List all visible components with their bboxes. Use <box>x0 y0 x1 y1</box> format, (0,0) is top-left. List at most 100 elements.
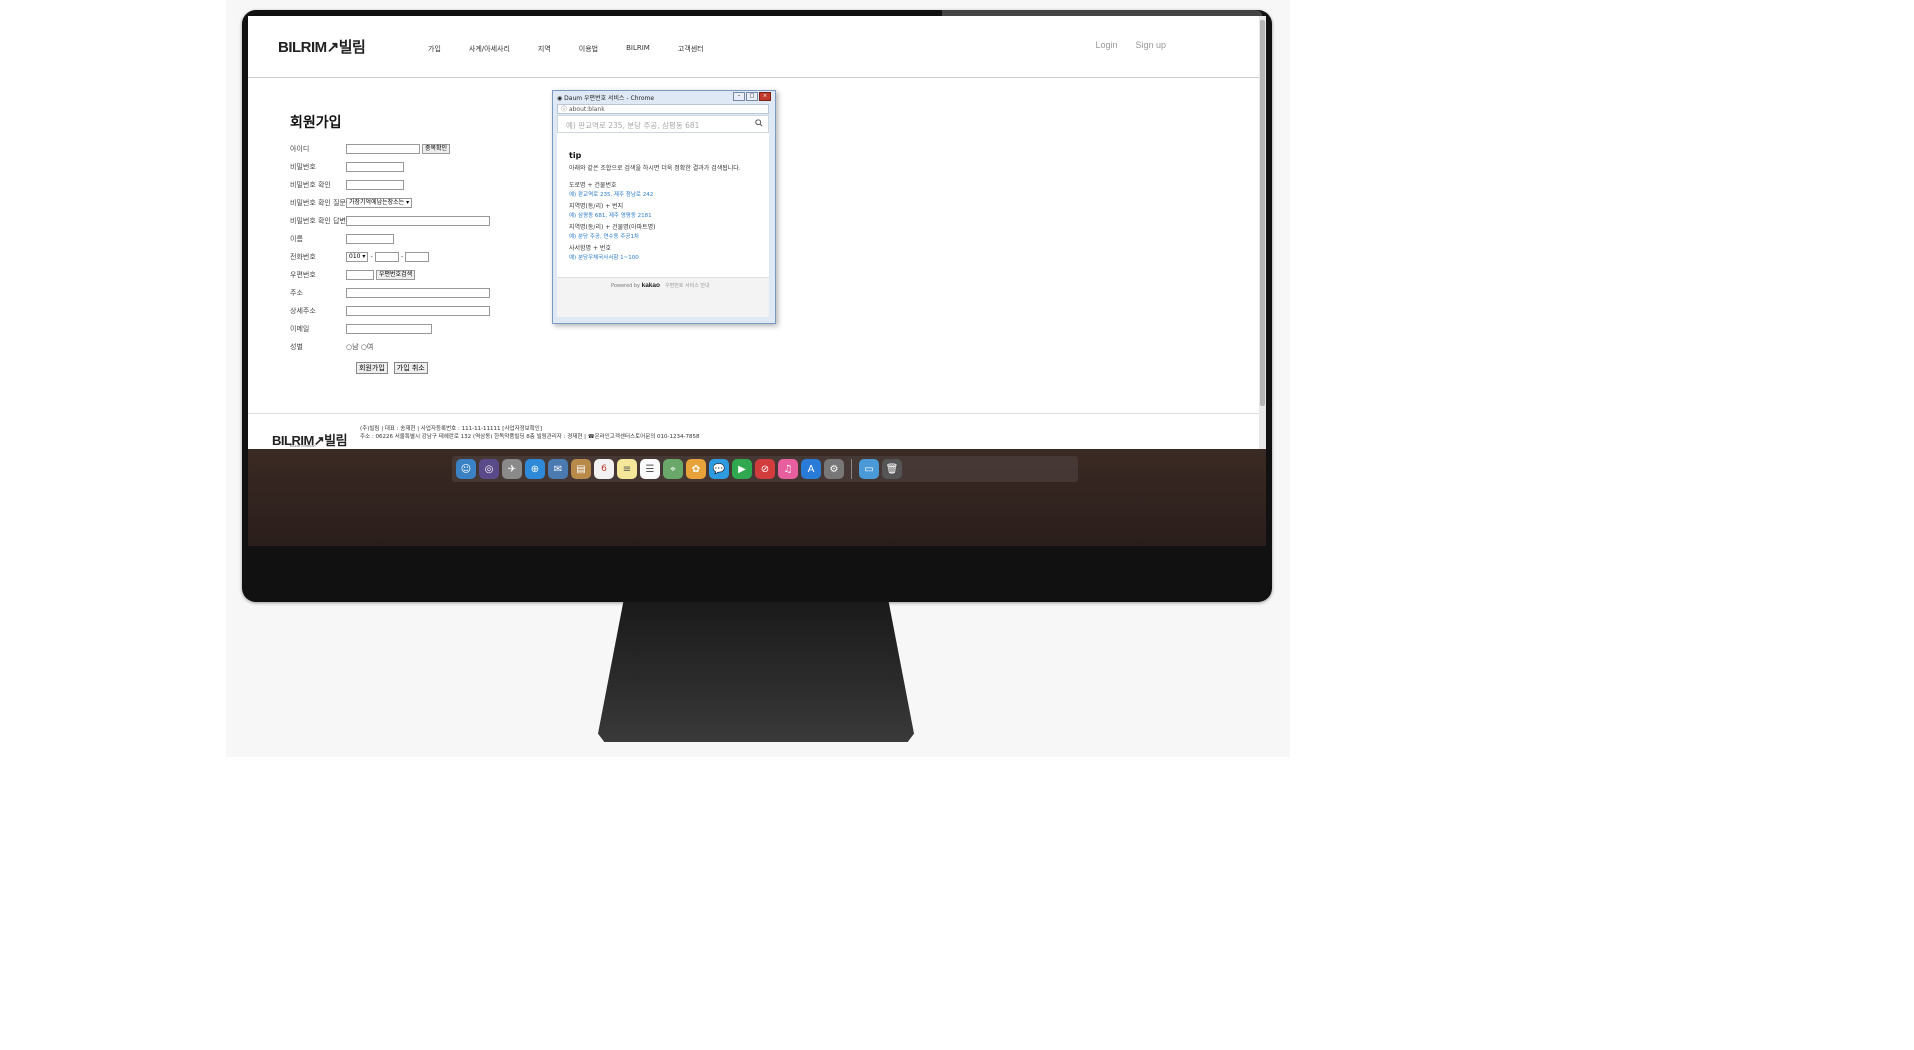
minimize-icon[interactable]: – <box>733 92 745 101</box>
powered-by: Powered by kakao <box>611 282 660 289</box>
kakao-logo: kakao <box>641 282 661 289</box>
news-icon[interactable]: ⊘ <box>755 459 775 479</box>
siri-icon[interactable]: ◎ <box>479 459 499 479</box>
tip-example: 예) 분당우체국사서함 1~100 <box>569 255 639 261</box>
signup-link[interactable]: Sign up <box>1135 40 1166 50</box>
address-bar[interactable]: ⓘ about:blank <box>557 104 769 114</box>
label-email: 이메일 <box>290 325 310 333</box>
search-icon[interactable] <box>755 119 763 127</box>
close-icon[interactable]: × <box>759 92 771 101</box>
launchpad-icon[interactable]: ✈ <box>502 459 522 479</box>
dup-check-button[interactable]: 중복확인 <box>422 144 451 154</box>
address-detail-input[interactable] <box>346 306 490 316</box>
finder-icon[interactable]: ☺ <box>456 459 476 479</box>
phone-middle-input[interactable] <box>374 252 399 262</box>
nav-item-join[interactable]: 가입 <box>428 44 441 54</box>
info-icon: ⓘ <box>561 106 568 113</box>
page-title: 회원가입 <box>290 115 342 131</box>
phone-last-input[interactable] <box>405 252 430 262</box>
form-row-address-detail: 상세주소 <box>290 302 530 320</box>
dropdown-icon: ▾ <box>406 199 410 206</box>
id-input[interactable] <box>346 144 420 154</box>
label-address-detail: 상세주소 <box>290 307 316 315</box>
form-row-email: 이메일 <box>290 320 530 338</box>
question-select[interactable]: 가장기억에남는장소는 ▾ <box>346 198 413 208</box>
password-input[interactable] <box>346 162 404 172</box>
nav-item-howto[interactable]: 이용법 <box>579 44 598 54</box>
scroll-thumb[interactable] <box>1260 20 1265 406</box>
question-select-value: 가장기억에남는장소는 <box>349 199 405 206</box>
screen: BILRIM↗빌림 가입 사계/아세사리 지역 이용법 BILRIM 고객센터 … <box>248 16 1266 546</box>
form-actions: 회원가입 가입 취소 <box>356 362 530 374</box>
dropdown-icon: ▾ <box>362 253 366 260</box>
phone-prefix-value: 010 <box>349 253 361 260</box>
address-bar-text: about:blank <box>568 106 605 113</box>
site-header: BILRIM↗빌림 가입 사계/아세사리 지역 이용법 BILRIM 고객센터 … <box>248 16 1266 78</box>
window-controls: – □ × <box>733 92 771 101</box>
facetime-icon[interactable]: ▶ <box>732 459 752 479</box>
photos-icon[interactable]: ✿ <box>686 459 706 479</box>
monitor-frame: BILRIM↗빌림 가입 사계/아세사리 지역 이용법 BILRIM 고객센터 … <box>242 10 1272 602</box>
tip-key: 지역명(동/리) + 건물명(아파트명) <box>569 224 656 231</box>
form-row-question: 비밀번호 확인 질문 가장기억에남는장소는 ▾ <box>290 194 530 212</box>
trash-icon[interactable]: 🗑 <box>882 459 902 479</box>
login-link[interactable]: Login <box>1095 40 1117 50</box>
calendar-icon[interactable]: 6 <box>594 459 614 479</box>
auth-links: Login Sign up <box>1095 40 1166 50</box>
dock-separator <box>851 459 852 479</box>
nav-item-pets[interactable]: 사계/아세사리 <box>469 44 510 54</box>
nav-item-support[interactable]: 고객센터 <box>678 44 704 54</box>
tip-example: 예) 판교역로 235, 제주 청남로 242 <box>569 192 654 198</box>
form-row-answer: 비밀번호 확인 답변 <box>290 212 530 230</box>
tip-key: 도로명 + 건물번호 <box>569 182 617 189</box>
maximize-icon[interactable]: □ <box>746 92 758 101</box>
form-row-pw: 비밀번호 <box>290 158 530 176</box>
maps-icon[interactable]: ⌖ <box>663 459 683 479</box>
powered-by-text: Powered by <box>611 283 640 289</box>
mac-dock: ☺ ◎ ✈ ⊕ ✉ ▤ 6 ≡ ☰ ⌖ ✿ 💬 ▶ ⊘ ♫ A ⚙ ▭ 🗑 <box>452 456 1078 482</box>
mail-icon[interactable]: ✉ <box>548 459 568 479</box>
safari-icon[interactable]: ⊕ <box>525 459 545 479</box>
form-row-gender: 성별 ○남 ○여 <box>290 338 530 356</box>
postcode-search-button[interactable]: 우편번호검색 <box>376 270 416 280</box>
label-pw: 비밀번호 <box>290 163 316 171</box>
main-nav: 가입 사계/아세사리 지역 이용법 BILRIM 고객센터 <box>428 44 732 54</box>
notes-icon[interactable]: ≡ <box>617 459 637 479</box>
footer-logo-sub: BILRIM COMPANY <box>290 444 316 448</box>
reminders-icon[interactable]: ☰ <box>640 459 660 479</box>
gender-radio-group[interactable]: ○남 ○여 <box>346 342 373 352</box>
downloads-folder-icon[interactable]: ▭ <box>859 459 879 479</box>
itunes-icon[interactable]: ♫ <box>778 459 798 479</box>
postcode-search-input[interactable]: 예) 판교역로 235, 분당 주공, 삼평동 681 <box>566 120 699 131</box>
signup-form: 회원가입 아이디 중복확인 비밀번호 비밀번호 확인 비밀번호 확인 질문 가장… <box>290 112 530 374</box>
phone-prefix-select[interactable]: 010 ▾ <box>346 252 369 262</box>
site-footer: BILRIM↗빌림 BILRIM COMPANY (주)빌림 | 대표 : 송재… <box>248 413 1266 450</box>
email-input[interactable] <box>346 324 432 334</box>
system-preferences-icon[interactable]: ⚙ <box>824 459 844 479</box>
form-row-name: 이름 <box>290 230 530 248</box>
name-input[interactable] <box>346 234 394 244</box>
answer-input[interactable] <box>346 216 490 226</box>
service-guide-link[interactable]: 우편번호 서비스 안내 <box>665 282 710 289</box>
site-logo[interactable]: BILRIM↗빌림 <box>278 36 366 57</box>
messages-icon[interactable]: 💬 <box>709 459 729 479</box>
footer-company-line: (주)빌림 | 대표 : 송재현 | 사업자등록번호 : 111-11-1111… <box>360 426 543 432</box>
label-phone: 전화번호 <box>290 253 316 261</box>
password-confirm-input[interactable] <box>346 180 404 190</box>
contacts-icon[interactable]: ▤ <box>571 459 591 479</box>
nav-item-region[interactable]: 지역 <box>538 44 551 54</box>
postcode-input[interactable] <box>346 270 374 280</box>
page-scrollbar[interactable] <box>1259 16 1266 449</box>
label-name: 이름 <box>290 235 303 243</box>
submit-button[interactable]: 회원가입 <box>356 362 388 374</box>
cancel-button[interactable]: 가입 취소 <box>393 362 428 374</box>
label-pw-question: 비밀번호 확인 질문 <box>290 199 346 207</box>
label-pw-confirm: 비밀번호 확인 <box>290 181 331 189</box>
tip-key: 지역명(동/리) + 번지 <box>569 203 624 210</box>
nav-item-bilrim[interactable]: BILRIM <box>626 44 650 54</box>
label-id: 아이디 <box>290 145 310 153</box>
app-store-icon[interactable]: A <box>801 459 821 479</box>
label-postcode: 우편번호 <box>290 271 316 279</box>
label-pw-answer: 비밀번호 확인 답변 <box>290 217 346 225</box>
address-input[interactable] <box>346 288 490 298</box>
